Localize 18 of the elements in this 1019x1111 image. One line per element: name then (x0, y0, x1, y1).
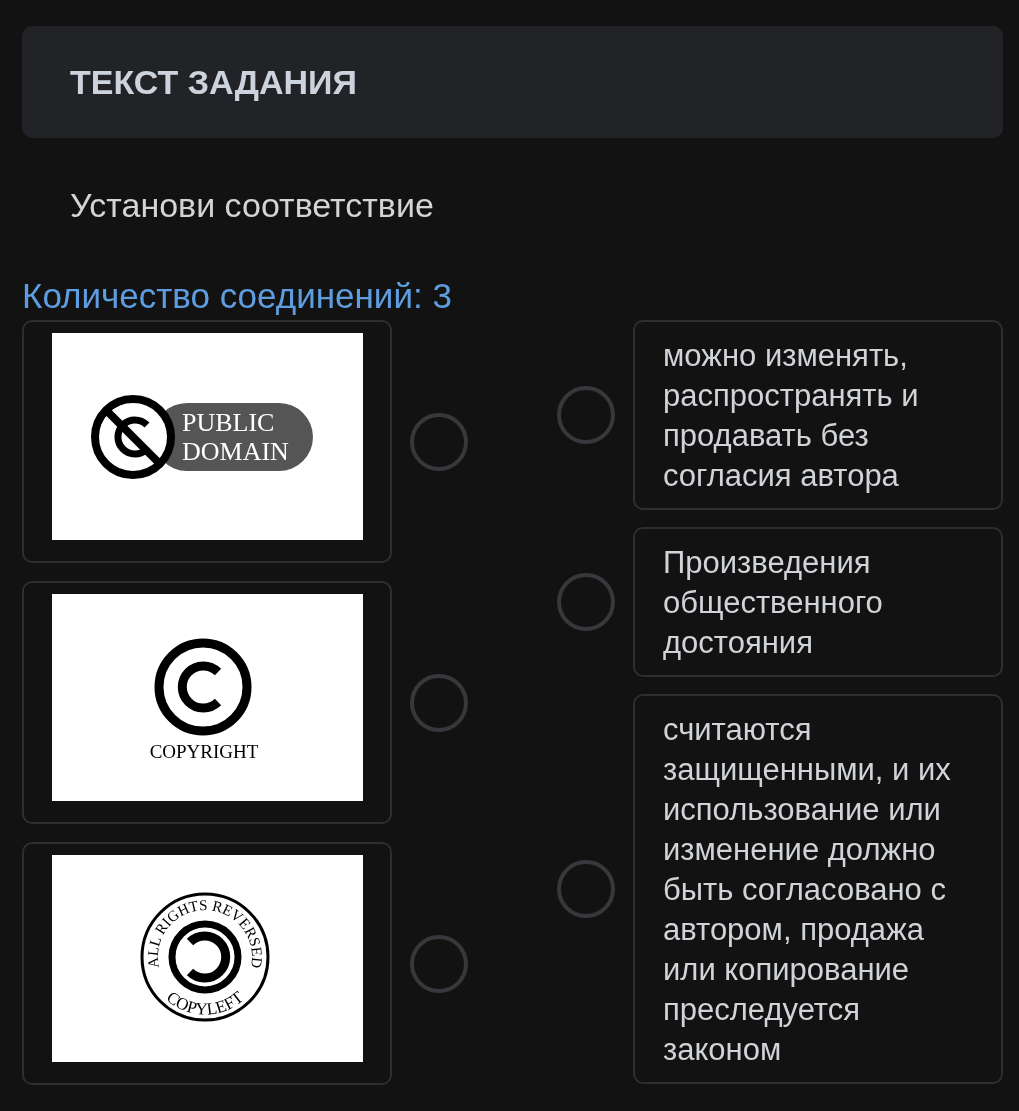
logo-label: DOMAIN (182, 437, 289, 466)
option-text: Произведения общественного достояния (663, 544, 884, 662)
logo-label: COPYRIGHT (149, 741, 259, 762)
connection-point[interactable] (410, 934, 468, 993)
connection-point[interactable] (410, 412, 468, 471)
seal-text: COPYLEFT (163, 987, 247, 1019)
task-title: ТЕКСТ ЗАДАНИЯ (70, 62, 357, 102)
connections-count: Количество соединений: 3 (22, 275, 453, 317)
connection-point[interactable] (557, 860, 615, 918)
no-copyright-icon (91, 395, 175, 479)
option-text: считаются защищенными, и их использование или изменение должно быть согласовано с автором, продажа или копирование преследуется законом (663, 711, 952, 1069)
connection-point[interactable] (557, 386, 615, 444)
connection-point[interactable] (410, 673, 468, 732)
instruction-text: Установи соответствие (70, 185, 435, 226)
copyright-icon (154, 638, 252, 736)
logo-label: PUBLIC (182, 408, 275, 437)
connection-point[interactable] (557, 573, 615, 631)
option-text: можно изменять, распространять и продавать без согласия автора (663, 337, 920, 495)
